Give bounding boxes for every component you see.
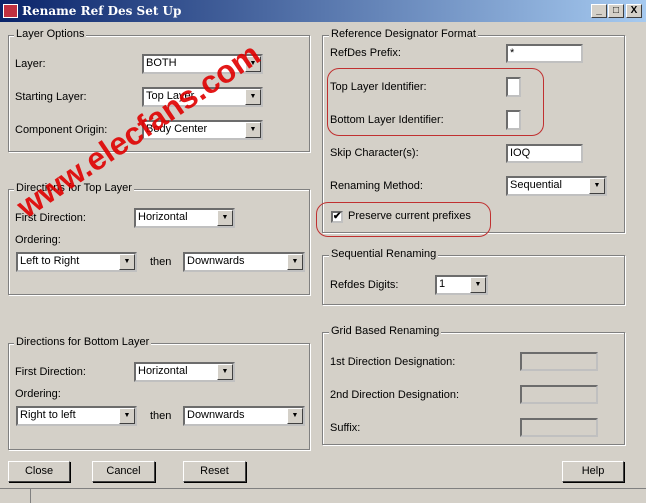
refdes-digits-select[interactable]: 1 ▼ [435,275,488,295]
top-ordering-label: Ordering: [15,234,61,246]
title-bar: Rename Ref Des Set Up [0,0,646,22]
bottom-first-direction-label: First Direction: [15,366,86,378]
top-ordering-select-2[interactable]: Downwards ▼ [183,252,305,272]
status-bar [0,488,646,503]
bottom-then-label: then [150,410,172,422]
first-direction-designation-label: 1st Direction Designation: [330,356,456,368]
chevron-down-icon[interactable]: ▼ [119,254,135,270]
minimize-button[interactable]: _ [591,4,607,18]
second-direction-designation-input[interactable] [520,385,598,404]
top-first-direction-select[interactable]: Horizontal ▼ [134,208,235,228]
reset-button[interactable]: Reset [183,461,246,482]
chevron-down-icon[interactable]: ▼ [217,210,233,226]
top-ordering-value-2: Downwards [187,255,245,267]
bottom-directions-legend: Directions for Bottom Layer [14,336,152,348]
layer-label: Layer: [15,58,46,70]
layer-value: BOTH [146,57,177,69]
grid-renaming-legend: Grid Based Renaming [329,325,442,337]
refdes-digits-value: 1 [439,278,446,290]
layer-options-legend: Layer Options [14,28,87,40]
refdes-digits-label: Refdes Digits: [330,279,399,291]
second-direction-designation-label: 2nd Direction Designation: [330,389,460,401]
sequential-renaming-legend: Sequential Renaming [329,248,439,260]
starting-layer-label: Starting Layer: [15,91,87,103]
highlight-ring [316,202,491,237]
renaming-method-label: Renaming Method: [330,180,423,192]
chevron-down-icon[interactable]: ▼ [119,408,135,424]
chevron-down-icon[interactable]: ▼ [245,122,261,138]
app-icon [3,4,18,18]
prefix-label: RefDes Prefix: [330,47,401,59]
skip-characters-input[interactable]: IOQ [506,144,583,163]
top-ordering-value-1: Left to Right [20,255,80,267]
top-first-direction-value: Horizontal [138,211,188,223]
cancel-button[interactable]: Cancel [92,461,155,482]
help-button[interactable]: Help [562,461,624,482]
renaming-method-value: Sequential [510,179,562,191]
chevron-down-icon[interactable]: ▼ [287,254,303,270]
maximize-button[interactable]: □ [608,4,624,18]
chevron-down-icon[interactable]: ▼ [470,277,486,293]
chevron-down-icon[interactable]: ▼ [287,408,303,424]
refdes-format-legend: Reference Designator Format [329,28,478,40]
renaming-method-select[interactable]: Sequential ▼ [506,176,607,196]
bottom-ordering-label: Ordering: [15,388,61,400]
suffix-input[interactable] [520,418,598,437]
chevron-down-icon[interactable]: ▼ [245,89,261,105]
chevron-down-icon[interactable]: ▼ [217,364,233,380]
bottom-ordering-value-1: Right to left [20,409,76,421]
suffix-label: Suffix: [330,422,361,434]
top-ordering-select-1[interactable]: Left to Right ▼ [16,252,137,272]
bottom-ordering-select-1[interactable]: Right to left ▼ [16,406,137,426]
chevron-down-icon[interactable]: ▼ [589,178,605,194]
bottom-ordering-select-2[interactable]: Downwards ▼ [183,406,305,426]
skip-characters-label: Skip Character(s): [330,147,419,159]
close-button[interactable]: Close [8,461,70,482]
first-direction-designation-input[interactable] [520,352,598,371]
top-then-label: then [150,256,172,268]
bottom-first-direction-select[interactable]: Horizontal ▼ [134,362,235,382]
highlight-ring [327,68,544,136]
close-window-button[interactable]: X [626,4,642,18]
prefix-input[interactable]: * [506,44,583,63]
bottom-first-direction-value: Horizontal [138,365,188,377]
bottom-ordering-value-2: Downwards [187,409,245,421]
component-origin-label: Component Origin: [15,124,108,136]
